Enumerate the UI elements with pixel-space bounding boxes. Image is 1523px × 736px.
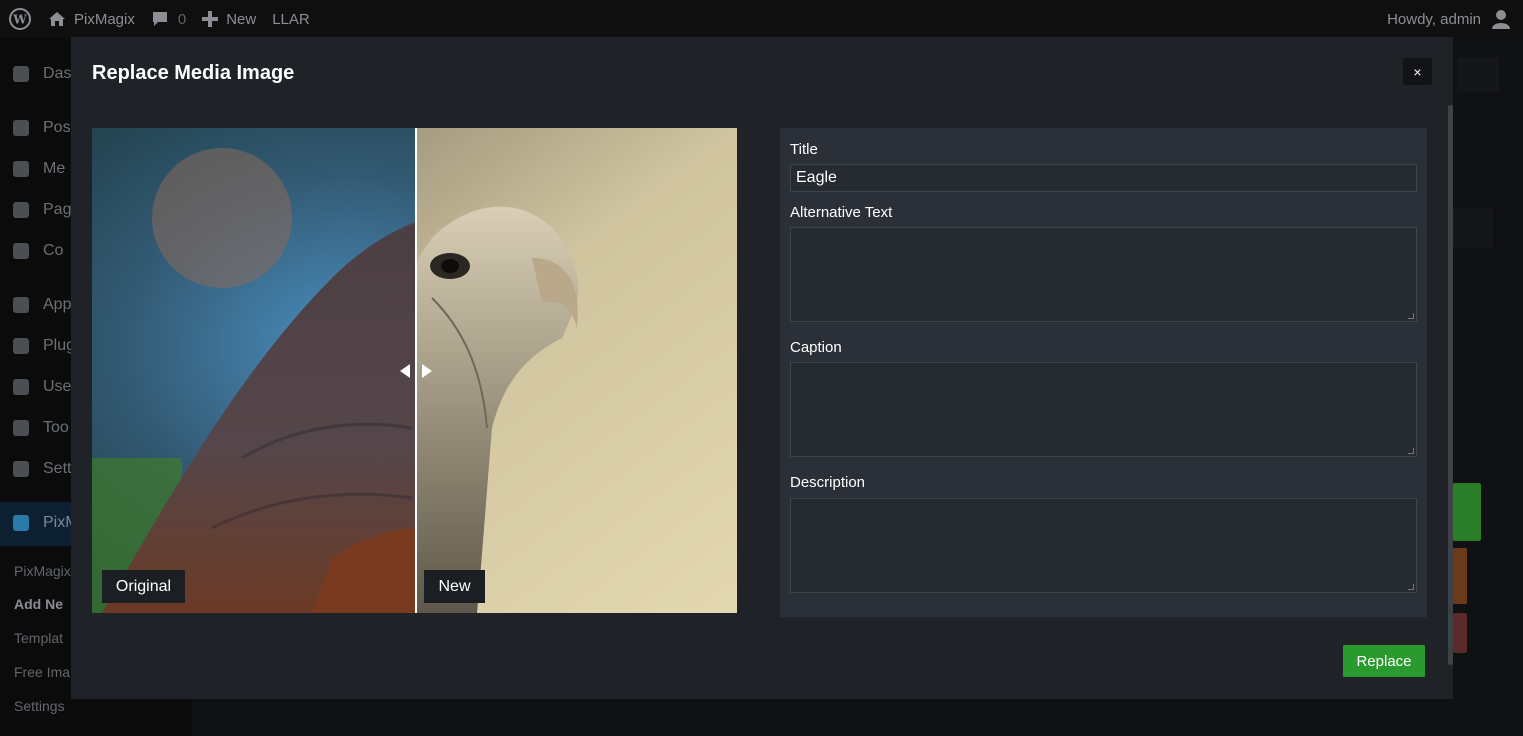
alt-text-label: Alternative Text xyxy=(790,204,893,221)
image-compare-slider[interactable]: Original New xyxy=(92,128,737,613)
pixmagix-icon xyxy=(10,512,32,534)
sidebar-item-label: App xyxy=(43,296,72,313)
sidebar-item-6[interactable]: Plug xyxy=(0,326,75,366)
description-label: Description xyxy=(790,474,866,491)
sidebar-item-1[interactable]: Pos xyxy=(0,108,71,148)
resize-grip-icon[interactable] xyxy=(1408,313,1414,319)
new-content-link[interactable]: New xyxy=(194,0,264,38)
media-details-form: Title Alternative Text Caption Descripti… xyxy=(780,128,1427,617)
media-icon xyxy=(10,158,32,180)
title-label: Title xyxy=(790,141,818,158)
submenu-item-0[interactable]: PixMagix xyxy=(14,563,71,579)
llar-label: LLAR xyxy=(272,10,310,28)
modal-scrollbar[interactable] xyxy=(1448,105,1453,665)
sidebar-item-10[interactable]: PixM xyxy=(0,503,79,543)
submenu-item-1[interactable]: Add Ne xyxy=(14,596,63,612)
close-icon: × xyxy=(1413,63,1422,80)
sidebar-item-0[interactable]: Das xyxy=(0,54,71,94)
original-tag: Original xyxy=(102,570,185,603)
sidebar-item-label: Too xyxy=(43,419,69,436)
sidebar-item-label: Pos xyxy=(43,119,71,136)
sidebar-item-label: Me xyxy=(43,160,66,177)
comments-link[interactable]: 0 xyxy=(143,0,194,38)
tools-icon xyxy=(10,417,32,439)
llar-link[interactable]: LLAR xyxy=(264,0,318,38)
sidebar-item-label: Sett xyxy=(43,460,72,477)
submenu-item-2[interactable]: Templat xyxy=(14,630,63,646)
replace-button[interactable]: Replace xyxy=(1343,645,1425,677)
appearance-icon xyxy=(10,294,32,316)
sidebar-item-2[interactable]: Me xyxy=(0,149,65,189)
submenu-item-4[interactable]: Settings xyxy=(14,698,65,714)
resize-grip-icon[interactable] xyxy=(1408,448,1414,454)
caption-label: Caption xyxy=(790,339,842,356)
replace-media-modal: Replace Media Image × Original New Title… xyxy=(71,37,1453,699)
comments-icon xyxy=(10,240,32,262)
sidebar-item-9[interactable]: Sett xyxy=(0,449,71,489)
pages-icon xyxy=(10,199,32,221)
dashboard-icon xyxy=(10,63,32,85)
modal-title: Replace Media Image xyxy=(92,62,295,84)
svg-text:W: W xyxy=(12,13,27,27)
sidebar-item-7[interactable]: Use xyxy=(0,367,71,407)
user-avatar-icon xyxy=(1491,9,1511,29)
description-textarea[interactable] xyxy=(790,498,1417,593)
title-input[interactable] xyxy=(790,164,1417,192)
sidebar-item-8[interactable]: Too xyxy=(0,408,69,448)
site-name-link[interactable]: PixMagix xyxy=(40,0,143,38)
site-name-label: PixMagix xyxy=(74,10,135,28)
admin-bar: W PixMagix 0 New LLAR Howdy, admin xyxy=(0,0,1523,38)
submenu-item-3[interactable]: Free Ima xyxy=(14,664,70,680)
sidebar-item-label: Das xyxy=(43,65,72,82)
sidebar-item-label: Co xyxy=(43,242,64,259)
new-tag: New xyxy=(424,570,485,603)
home-icon xyxy=(48,11,66,27)
wordpress-logo-icon[interactable]: W xyxy=(0,0,40,38)
alt-text-textarea[interactable] xyxy=(790,227,1417,322)
plugins-icon xyxy=(10,335,32,357)
sidebar-item-3[interactable]: Pag xyxy=(0,190,71,230)
sidebar-item-label: Use xyxy=(43,378,72,395)
pin-icon xyxy=(10,117,32,139)
close-button[interactable]: × xyxy=(1403,58,1432,85)
settings-icon xyxy=(10,458,32,480)
sidebar-item-5[interactable]: App xyxy=(0,285,71,325)
new-label: New xyxy=(226,10,257,28)
account-menu[interactable]: Howdy, admin xyxy=(1379,0,1523,38)
sidebar-item-label: Pag xyxy=(43,201,72,218)
howdy-label: Howdy, admin xyxy=(1387,10,1481,28)
plus-icon xyxy=(202,11,219,27)
comments-count: 0 xyxy=(177,10,187,28)
resize-grip-icon[interactable] xyxy=(1408,584,1414,590)
users-icon xyxy=(10,376,32,398)
comment-bubble-icon xyxy=(151,11,169,27)
caption-textarea[interactable] xyxy=(790,362,1417,457)
sidebar-item-4[interactable]: Co xyxy=(0,231,63,271)
background-right-strip xyxy=(1453,38,1523,736)
